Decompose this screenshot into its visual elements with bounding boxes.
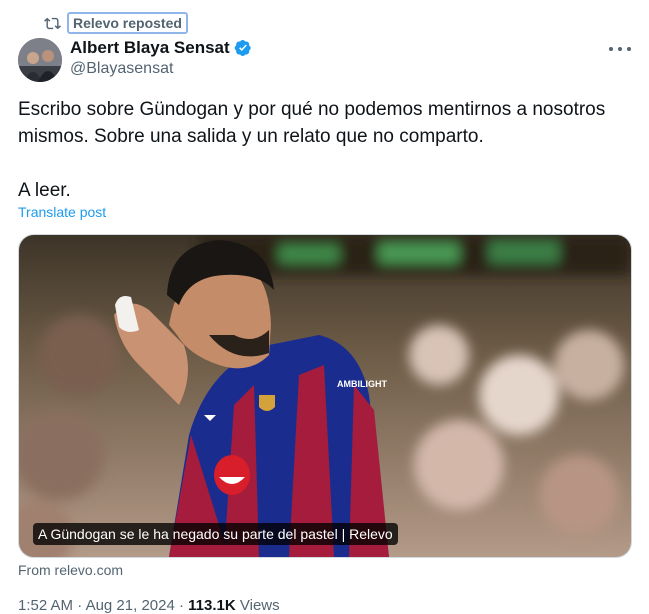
author-handle[interactable]: @Blayasensat [70, 60, 173, 78]
post-time[interactable]: 1:52 AM [18, 597, 73, 614]
link-card-caption: A Gündogan se le ha negado su parte del … [33, 523, 398, 545]
photo-footballer: AMBILIGHT [19, 235, 631, 557]
post-date[interactable]: Aug 21, 2024 [86, 597, 175, 614]
repost-icon [44, 17, 61, 29]
meta-separator: · [178, 597, 184, 614]
link-card-image[interactable]: AMBILIGHT A Gündogan se le ha negado su … [18, 234, 632, 558]
views-label: Views [239, 597, 280, 614]
avatar-image [18, 38, 62, 82]
link-source[interactable]: From relevo.com [18, 562, 123, 578]
post-meta: 1:52 AM · Aug 21, 2024 · 113.1K Views [18, 597, 280, 614]
post-paragraph: Escribo sobre Gündogan y por qué no pode… [18, 99, 606, 147]
author-name-text[interactable]: Albert Blaya Sensat [70, 38, 230, 58]
views-count: 113.1K [188, 597, 236, 614]
more-options-icon[interactable] [609, 44, 631, 54]
repost-label[interactable]: Relevo reposted [67, 12, 188, 34]
post-text: Escribo sobre Gündogan y por qué no pode… [18, 96, 628, 204]
more-dot [618, 47, 622, 51]
author-name[interactable]: Albert Blaya Sensat [70, 38, 252, 58]
translate-post-link[interactable]: Translate post [18, 204, 106, 220]
more-dot [609, 47, 613, 51]
post-paragraph: A leer. [18, 180, 71, 201]
repost-indicator[interactable]: Relevo reposted [44, 12, 188, 34]
avatar[interactable] [18, 38, 62, 82]
meta-separator: · [77, 597, 83, 614]
shirt-sponsor: AMBILIGHT [337, 379, 387, 389]
verified-badge-icon[interactable] [234, 39, 252, 57]
more-dot [627, 47, 631, 51]
